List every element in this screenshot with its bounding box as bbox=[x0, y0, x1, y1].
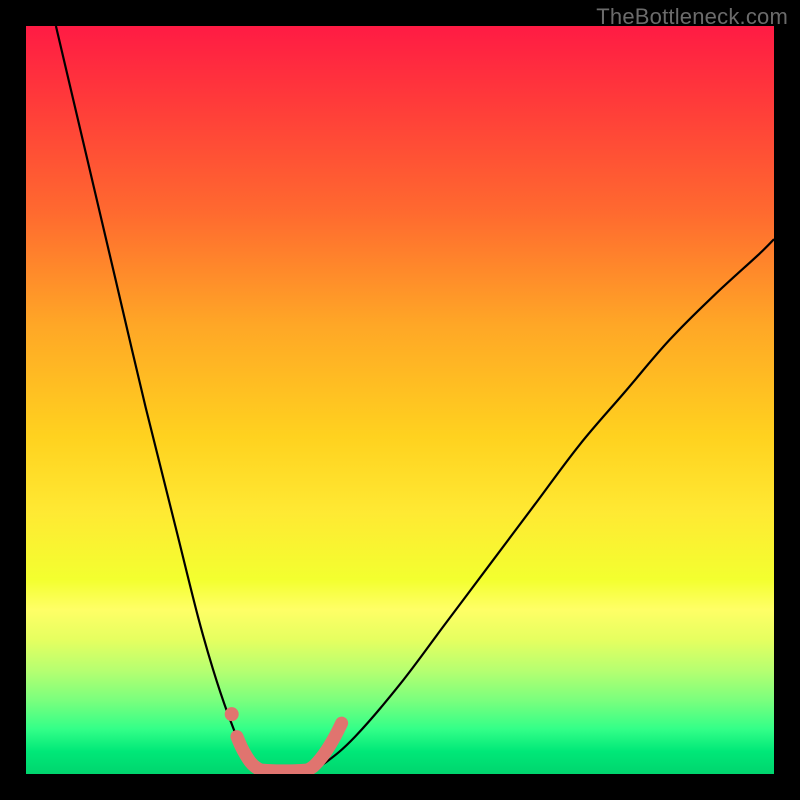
watermark-text: TheBottleneck.com bbox=[596, 4, 788, 30]
curve-left-branch bbox=[56, 26, 258, 770]
salmon-dot-left bbox=[225, 707, 239, 721]
chart-frame bbox=[26, 26, 774, 774]
curve-right-branch bbox=[310, 239, 774, 769]
bottleneck-curve-plot bbox=[26, 26, 774, 774]
salmon-marker-right bbox=[309, 723, 342, 769]
salmon-marker-flat bbox=[259, 770, 308, 771]
